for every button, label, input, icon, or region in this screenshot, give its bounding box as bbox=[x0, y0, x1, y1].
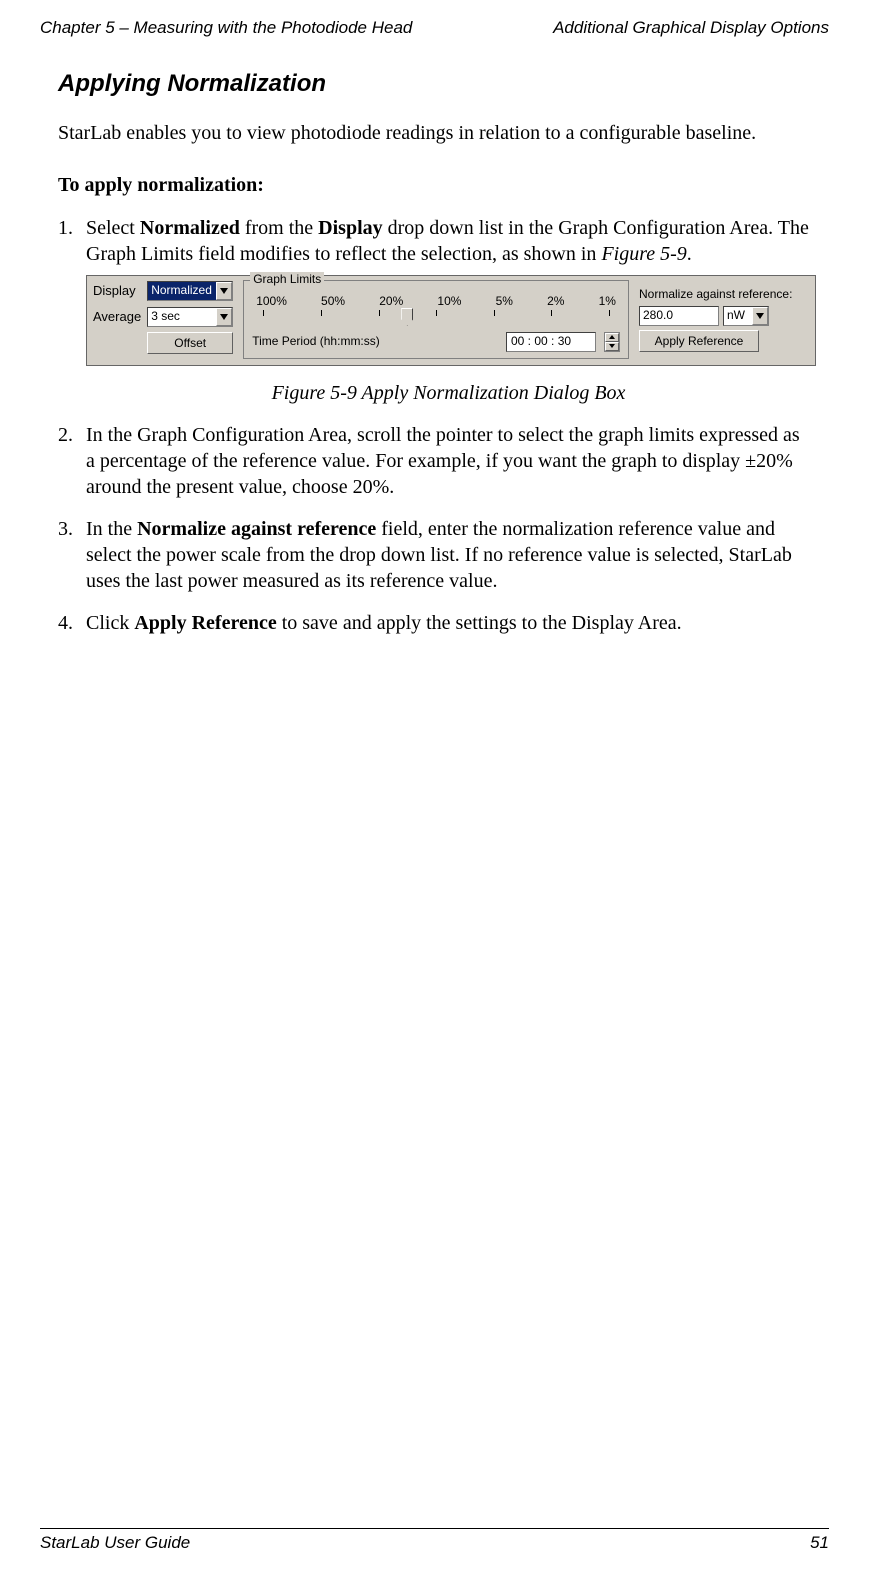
offset-button[interactable]: Offset bbox=[147, 332, 233, 354]
reference-unit-dropdown[interactable]: nW bbox=[723, 306, 769, 326]
page-content: Applying Normalization StarLab enables y… bbox=[40, 70, 829, 636]
footer-left: StarLab User Guide bbox=[40, 1533, 190, 1553]
dialog-left-panel: Display Normalized Average 3 sec Offset bbox=[93, 280, 233, 359]
header-left: Chapter 5 – Measuring with the Photodiod… bbox=[40, 18, 412, 38]
chevron-down-icon bbox=[752, 307, 768, 325]
step-3: In the Normalize against reference field… bbox=[58, 516, 811, 594]
figure-caption: Figure 5-9 Apply Normalization Dialog Bo… bbox=[86, 380, 811, 406]
running-header: Chapter 5 – Measuring with the Photodiod… bbox=[40, 18, 829, 38]
graph-limits-legend: Graph Limits bbox=[250, 272, 324, 288]
apply-reference-button[interactable]: Apply Reference bbox=[639, 330, 759, 352]
running-footer: StarLab User Guide 51 bbox=[40, 1528, 829, 1553]
normalize-reference-label: Normalize against reference: bbox=[639, 287, 809, 303]
time-period-row: Time Period (hh:mm:ss) 00 : 00 : 30 bbox=[252, 332, 620, 352]
slider-thumb-icon[interactable] bbox=[401, 308, 413, 326]
reference-unit-value: nW bbox=[727, 308, 745, 324]
step-4: Click Apply Reference to save and apply … bbox=[58, 610, 811, 636]
step-1-text: from the bbox=[240, 217, 318, 239]
step-4-text: to save and apply the settings to the Di… bbox=[277, 612, 682, 634]
average-label: Average bbox=[93, 309, 141, 326]
display-label: Display bbox=[93, 283, 141, 300]
step-4-text: Click bbox=[86, 612, 134, 634]
chevron-down-icon bbox=[216, 282, 232, 300]
scale-100: 100% bbox=[256, 294, 287, 310]
step-2: In the Graph Configuration Area, scroll … bbox=[58, 422, 811, 500]
display-dropdown[interactable]: Normalized bbox=[147, 281, 233, 301]
figure-reference: Figure 5-9 bbox=[601, 243, 686, 265]
graph-limits-slider[interactable] bbox=[256, 310, 616, 326]
average-dropdown-value: 3 sec bbox=[151, 309, 180, 325]
time-spinner[interactable] bbox=[604, 332, 620, 352]
time-period-input[interactable]: 00 : 00 : 30 bbox=[506, 332, 596, 352]
step-3-text: In the bbox=[86, 518, 137, 540]
header-right: Additional Graphical Display Options bbox=[553, 18, 829, 38]
scale-labels: 100% 50% 20% 10% 5% 2% 1% bbox=[252, 294, 620, 310]
section-title: Applying Normalization bbox=[58, 70, 811, 98]
scale-2: 2% bbox=[547, 294, 564, 310]
dialog-right-panel: Normalize against reference: 280.0 nW Ap… bbox=[639, 280, 809, 359]
step-4-bold: Apply Reference bbox=[134, 612, 276, 634]
scale-20: 20% bbox=[379, 294, 403, 310]
intro-paragraph: StarLab enables you to view photodiode r… bbox=[58, 120, 811, 146]
spinner-down-icon[interactable] bbox=[605, 342, 619, 351]
time-period-label: Time Period (hh:mm:ss) bbox=[252, 334, 380, 350]
spinner-up-icon[interactable] bbox=[605, 333, 619, 342]
instruction-lead: To apply normalization: bbox=[58, 174, 811, 197]
step-3-bold: Normalize against reference bbox=[137, 518, 376, 540]
graph-limits-group: Graph Limits 100% 50% 20% 10% 5% 2% 1% bbox=[243, 280, 629, 359]
step-1-bold-display: Display bbox=[318, 217, 382, 239]
reference-value-input[interactable]: 280.0 bbox=[639, 306, 719, 326]
scale-5: 5% bbox=[496, 294, 513, 310]
scale-10: 10% bbox=[437, 294, 461, 310]
average-dropdown[interactable]: 3 sec bbox=[147, 307, 233, 327]
display-dropdown-value: Normalized bbox=[151, 283, 212, 299]
chevron-down-icon bbox=[216, 308, 232, 326]
step-1-bold-normalized: Normalized bbox=[140, 217, 240, 239]
normalization-dialog: Display Normalized Average 3 sec Offset … bbox=[86, 275, 816, 366]
step-1: Select Normalized from the Display drop … bbox=[58, 215, 811, 406]
scale-50: 50% bbox=[321, 294, 345, 310]
steps-list: Select Normalized from the Display drop … bbox=[58, 215, 811, 636]
footer-page-number: 51 bbox=[810, 1533, 829, 1553]
scale-1: 1% bbox=[599, 294, 616, 310]
step-1-text: Select bbox=[86, 217, 140, 239]
step-1-text: . bbox=[687, 243, 692, 265]
